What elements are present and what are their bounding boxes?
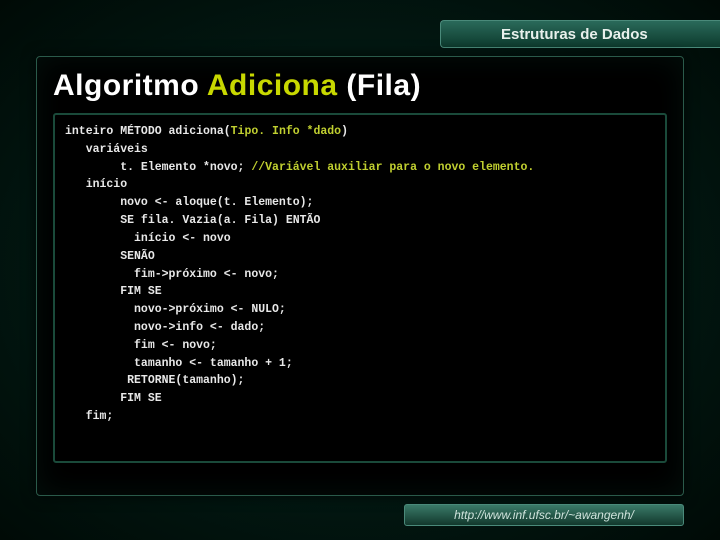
code-line: início <- novo bbox=[65, 230, 655, 248]
code-line: FIM SE bbox=[65, 390, 655, 408]
code-line: SE fila. Vazia(a. Fila) ENTÃO bbox=[65, 212, 655, 230]
code-block: inteiro MÉTODO adiciona(Tipo. Info *dado… bbox=[53, 113, 667, 463]
code-line: tamanho <- tamanho + 1; bbox=[65, 355, 655, 373]
footer-url-bar: http://www.inf.ufsc.br/~awangenh/ bbox=[404, 504, 684, 526]
code-line: fim <- novo; bbox=[65, 337, 655, 355]
code-line: novo->info <- dado; bbox=[65, 319, 655, 337]
code-line: novo <- aloque(t. Elemento); bbox=[65, 194, 655, 212]
slide-frame: Algoritmo Adiciona (Fila) inteiro MÉTODO… bbox=[36, 56, 684, 496]
code-line: fim->próximo <- novo; bbox=[65, 266, 655, 284]
footer-url: http://www.inf.ufsc.br/~awangenh/ bbox=[454, 508, 634, 522]
course-title: Estruturas de Dados bbox=[501, 26, 648, 43]
code-line: SENÃO bbox=[65, 248, 655, 266]
slide-title: Algoritmo Adiciona (Fila) bbox=[53, 69, 667, 103]
title-prefix: Algoritmo bbox=[53, 69, 207, 102]
code-line: inteiro MÉTODO adiciona(Tipo. Info *dado… bbox=[65, 123, 655, 141]
course-header: Estruturas de Dados bbox=[440, 20, 720, 48]
code-line: novo->próximo <- NULO; bbox=[65, 301, 655, 319]
title-accent: Adiciona bbox=[207, 69, 338, 102]
code-line: RETORNE(tamanho); bbox=[65, 372, 655, 390]
code-line: fim; bbox=[65, 408, 655, 426]
title-suffix: (Fila) bbox=[338, 69, 422, 102]
code-line: início bbox=[65, 176, 655, 194]
code-line: variáveis bbox=[65, 141, 655, 159]
code-line: FIM SE bbox=[65, 283, 655, 301]
code-line: t. Elemento *novo; //Variável auxiliar p… bbox=[65, 159, 655, 177]
